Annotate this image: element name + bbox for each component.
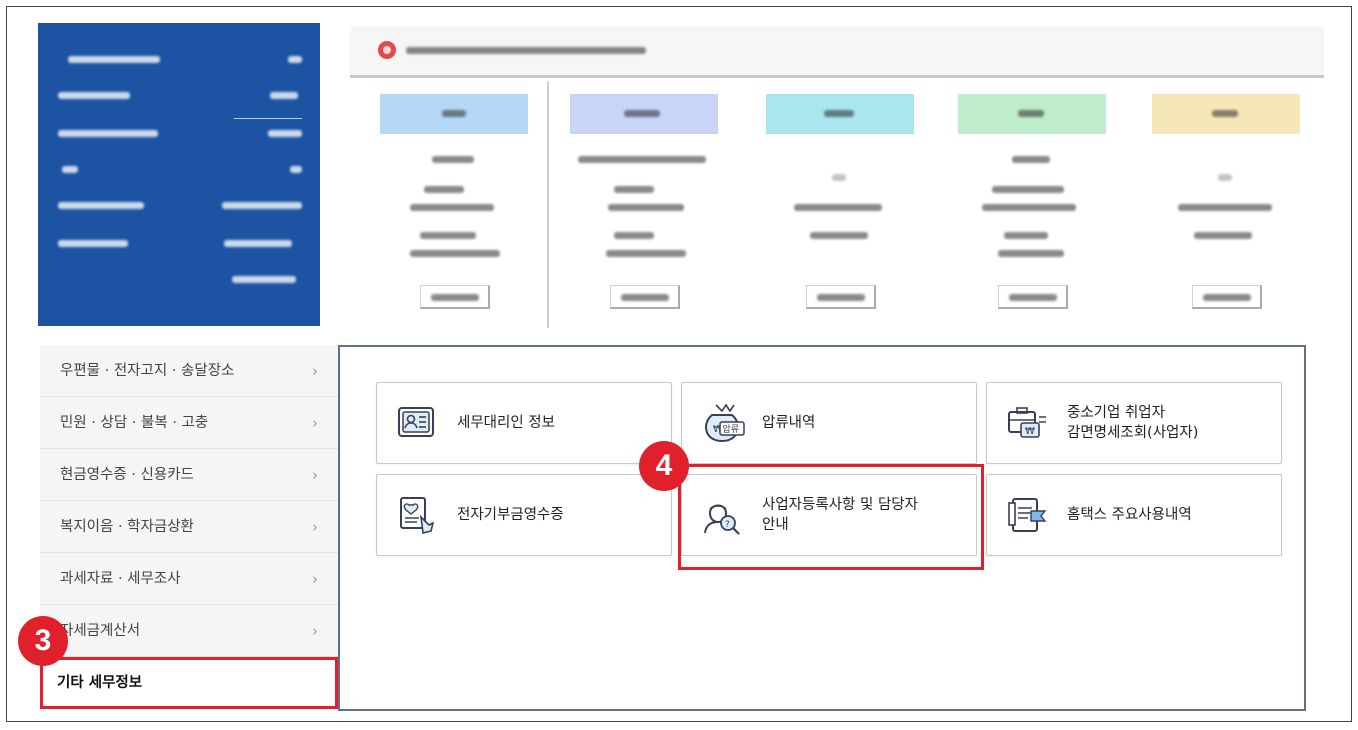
menu-item-label: 과세자료 · 세무조사	[60, 571, 181, 587]
menu-item-label: 기타 세무정보	[57, 675, 143, 691]
column-header	[958, 94, 1106, 134]
card-business-registration-manager[interactable]: ? 사업자등록사항 및 담당자 안내	[681, 474, 977, 556]
summary-row	[58, 237, 302, 251]
summary-row	[58, 127, 302, 141]
status-column	[766, 94, 914, 324]
card-label: 세무대리인 정보	[457, 415, 555, 431]
column-detail-button[interactable]	[420, 285, 490, 309]
seizure-money-bag-icon: ₩ 압류	[700, 401, 745, 445]
donation-receipt-icon	[395, 493, 439, 537]
summary-row	[58, 53, 302, 67]
briefcase-won-icon: ₩	[1005, 401, 1049, 445]
step3-badge: 3	[18, 616, 68, 666]
summary-row	[58, 273, 302, 287]
step4-badge: 4	[639, 441, 689, 491]
alert-icon	[378, 41, 396, 59]
card-hometax-usage-history[interactable]: 홈택스 주요사용내역	[986, 474, 1282, 556]
section-divider	[547, 82, 549, 328]
menu-item-other-tax-info[interactable]: 기타 세무정보	[40, 657, 338, 709]
chevron-right-icon: ›	[312, 622, 318, 640]
notice-banner[interactable]	[350, 26, 1324, 78]
summary-row	[58, 89, 302, 103]
column-detail-button[interactable]	[610, 285, 680, 309]
column-header	[1152, 94, 1300, 134]
summary-row	[58, 163, 302, 177]
chevron-right-icon: ›	[312, 414, 318, 432]
menu-item-cash-receipt[interactable]: 현금영수증 · 신용카드 ›	[40, 449, 338, 501]
column-detail-button[interactable]	[998, 285, 1068, 309]
menu-item-civil-complaint[interactable]: 민원 · 상담 · 불복 · 고충 ›	[40, 397, 338, 449]
chevron-right-icon: ›	[312, 518, 318, 536]
document-flag-icon	[1005, 493, 1049, 537]
status-column	[958, 94, 1106, 324]
status-column	[1152, 94, 1300, 324]
menu-item-e-tax-invoice[interactable]: 자세금계산서 ›	[40, 605, 338, 657]
card-e-donation-receipt[interactable]: 전자기부금영수증	[376, 474, 672, 556]
status-column	[380, 94, 528, 324]
menu-item-label: 자세금계산서	[60, 623, 141, 639]
menu-item-welfare-loan[interactable]: 복지이음 · 학자금상환 ›	[40, 501, 338, 553]
menu-item-label: 복지이음 · 학자금상환	[60, 519, 194, 535]
menu-item-label: 현금영수증 · 신용카드	[60, 467, 194, 483]
card-label: 전자기부금영수증	[457, 507, 564, 523]
chevron-right-icon: ›	[312, 570, 318, 588]
id-card-icon	[395, 401, 439, 445]
card-tax-agent-info[interactable]: 세무대리인 정보	[376, 382, 672, 464]
column-detail-button[interactable]	[806, 285, 876, 309]
summary-divider	[234, 118, 302, 119]
svg-text:₩: ₩	[1025, 426, 1035, 437]
menu-item-tax-audit[interactable]: 과세자료 · 세무조사 ›	[40, 553, 338, 605]
column-header	[570, 94, 718, 134]
card-label: 중소기업 취업자 감면명세조회(사업자)	[1067, 405, 1199, 441]
card-sme-employee-reduction[interactable]: ₩ 중소기업 취업자 감면명세조회(사업자)	[986, 382, 1282, 464]
card-seizure-details[interactable]: ₩ 압류 압류내역	[681, 382, 977, 464]
tax-summary-panel	[38, 23, 320, 326]
side-menu: 우편물 · 전자고지 · 송달장소 › 민원 · 상담 · 불복 · 고충 › …	[40, 345, 338, 709]
chevron-right-icon: ›	[312, 362, 318, 380]
card-label: 홈택스 주요사용내역	[1067, 507, 1192, 523]
column-header	[766, 94, 914, 134]
svg-text:?: ?	[725, 520, 730, 530]
manager-search-icon: ?	[700, 493, 744, 537]
column-detail-button[interactable]	[1192, 285, 1262, 309]
card-label: 사업자등록사항 및 담당자 안내	[762, 497, 918, 533]
menu-item-mail-notice[interactable]: 우편물 · 전자고지 · 송달장소 ›	[40, 345, 338, 397]
seizure-stamp-text: 압류	[723, 423, 740, 435]
column-header	[380, 94, 528, 134]
summary-row	[58, 199, 302, 213]
chevron-right-icon: ›	[312, 466, 318, 484]
menu-item-label: 민원 · 상담 · 불복 · 고충	[60, 415, 209, 431]
card-label: 압류내역	[762, 415, 816, 431]
status-column	[570, 94, 718, 324]
menu-item-label: 우편물 · 전자고지 · 송달장소	[60, 363, 235, 379]
